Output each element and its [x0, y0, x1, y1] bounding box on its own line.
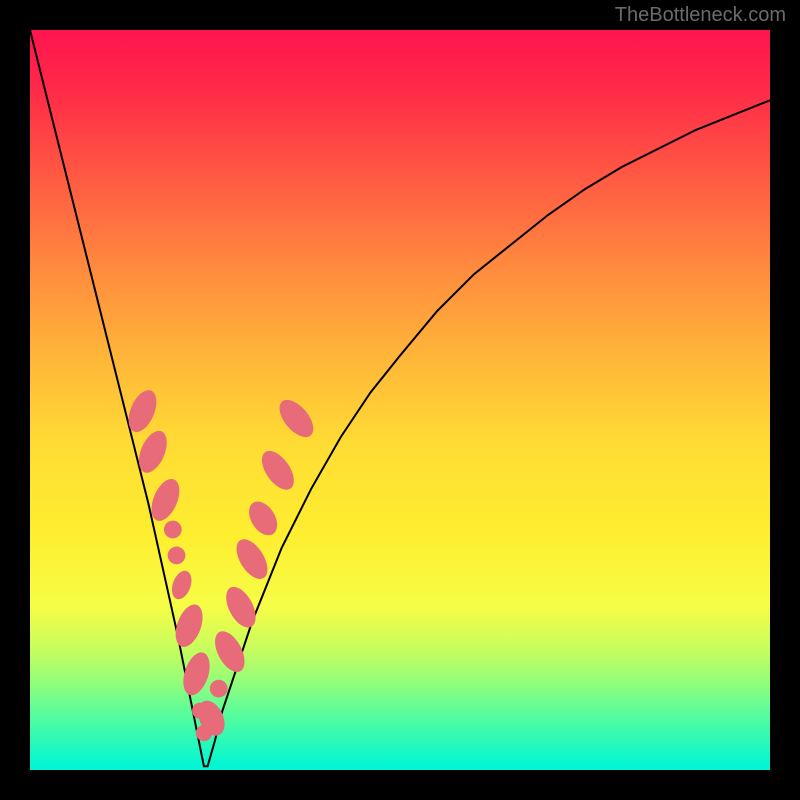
chart-frame: TheBottleneck.com [0, 0, 800, 800]
watermark-text: TheBottleneck.com [615, 4, 786, 27]
gradient-background [30, 30, 770, 770]
